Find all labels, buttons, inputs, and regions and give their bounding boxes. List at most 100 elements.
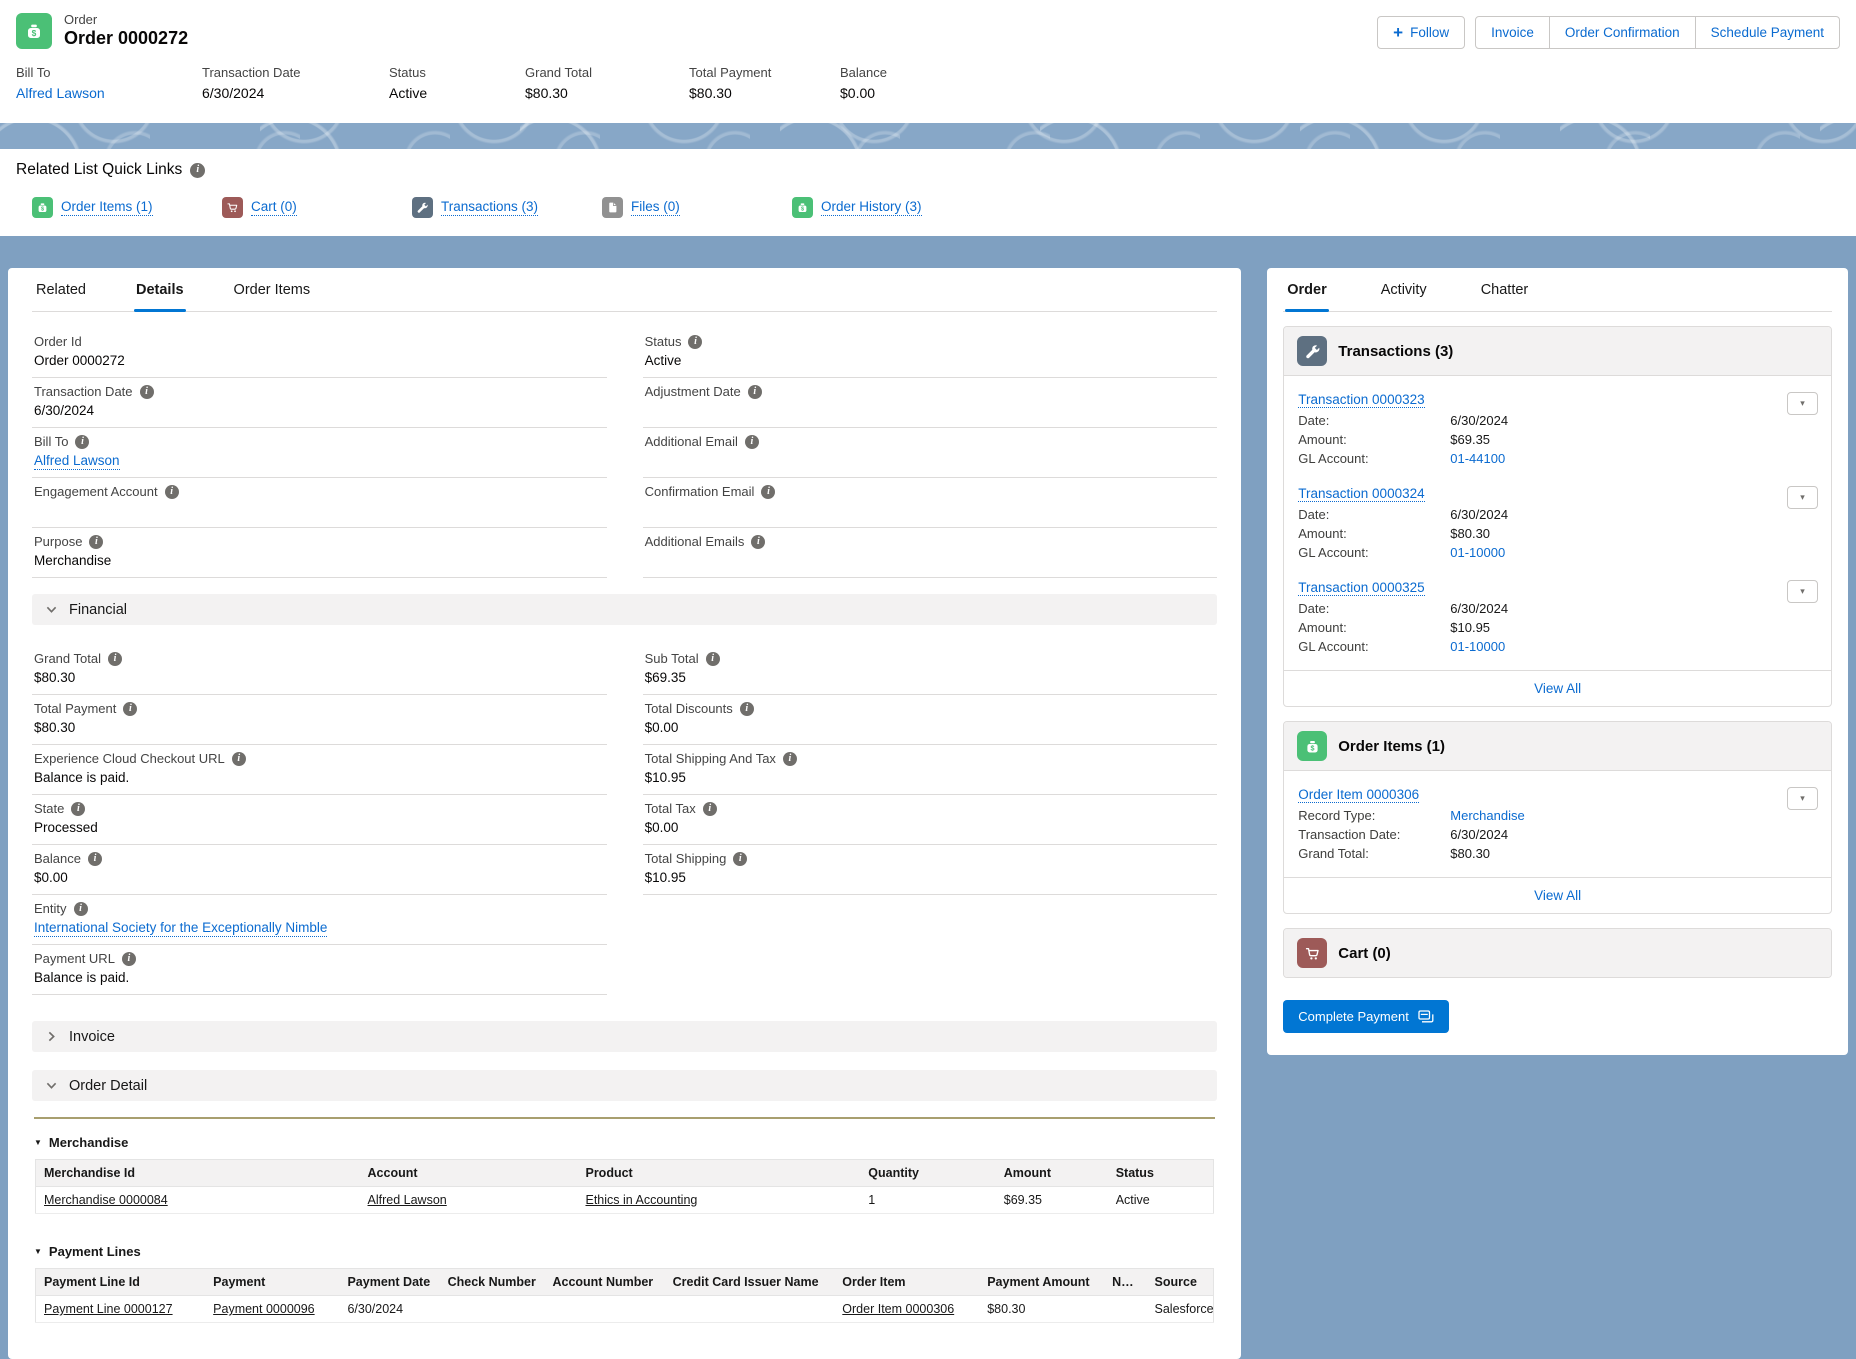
info-icon[interactable]: i: [706, 652, 720, 666]
field-value: [645, 403, 1216, 420]
record-field-label: Record Type:: [1298, 808, 1450, 823]
info-icon[interactable]: i: [688, 335, 702, 349]
transactions-view-all-link[interactable]: View All: [1534, 681, 1581, 696]
cart-related-card: Cart (0): [1283, 928, 1832, 978]
info-icon[interactable]: i: [748, 385, 762, 399]
field-total-discounts: Total Discountsi$0.00: [643, 695, 1218, 745]
action-button-order-confirmation[interactable]: Order Confirmation: [1550, 16, 1696, 49]
info-icon[interactable]: i: [123, 702, 137, 716]
row-actions-button[interactable]: ▾: [1787, 787, 1818, 810]
column-header-order-item: Order Item: [834, 1269, 979, 1296]
info-icon[interactable]: i: [108, 652, 122, 666]
quick-link-files-0-link[interactable]: Files (0): [631, 199, 680, 216]
record-header: $ Order Order 0000272 + Follow InvoiceOr…: [0, 0, 1856, 53]
action-button-schedule-payment[interactable]: Schedule Payment: [1696, 16, 1840, 49]
record-field-value-link[interactable]: 01-44100: [1450, 451, 1781, 466]
table-cell-link[interactable]: Merchandise 0000084: [44, 1193, 168, 1207]
collapse-triangle-icon: ▼: [34, 1139, 42, 1147]
payment-lines-subsection-header[interactable]: ▼ Payment Lines: [34, 1244, 1215, 1259]
svg-text:$: $: [801, 207, 804, 213]
column-header-quantity: Quantity: [860, 1160, 996, 1187]
field-value-link[interactable]: Alfred Lawson: [34, 453, 120, 470]
quick-link-order-items-1-link[interactable]: Order Items (1): [61, 199, 153, 216]
row-actions-button[interactable]: ▾: [1787, 392, 1818, 415]
highlight-value-link[interactable]: Alfred Lawson: [16, 85, 105, 101]
field-confirmation-email: Confirmation Emaili: [643, 478, 1218, 528]
table-cell-link[interactable]: Order Item 0000306: [842, 1302, 954, 1316]
complete-payment-button[interactable]: Complete Payment: [1283, 1000, 1449, 1033]
info-icon[interactable]: i: [89, 535, 103, 549]
quick-link-files-0: Files (0): [602, 197, 792, 218]
info-icon[interactable]: i: [740, 702, 754, 716]
info-icon[interactable]: i: [122, 952, 136, 966]
field-label: Engagement Account: [34, 484, 158, 499]
quick-link-transactions-3-link[interactable]: Transactions (3): [441, 199, 538, 216]
info-icon[interactable]: i: [745, 435, 759, 449]
column-header-payment: Payment: [205, 1269, 339, 1296]
bag-icon: $: [792, 197, 813, 218]
info-icon[interactable]: i: [783, 752, 797, 766]
info-icon[interactable]: i: [733, 852, 747, 866]
field-transaction-date: Transaction Datei6/30/2024: [32, 378, 607, 428]
info-icon[interactable]: i: [74, 902, 88, 916]
row-actions-button[interactable]: ▾: [1787, 580, 1818, 603]
merchandise-subsection-header[interactable]: ▼ Merchandise: [34, 1135, 1215, 1150]
financial-section-header[interactable]: Financial: [32, 594, 1217, 625]
table-cell-link[interactable]: Alfred Lawson: [368, 1193, 447, 1207]
info-icon[interactable]: i: [71, 802, 85, 816]
info-icon[interactable]: i: [190, 163, 205, 178]
table-cell-link[interactable]: Ethics in Accounting: [585, 1193, 697, 1207]
record-title-link[interactable]: Order Item 0000306: [1298, 787, 1419, 803]
tab-order-items[interactable]: Order Items: [232, 282, 313, 311]
field-additional-email: Additional Emaili: [643, 428, 1218, 478]
details-form: Order IdOrder 0000272Transaction Datei6/…: [32, 312, 1217, 582]
info-icon[interactable]: i: [140, 385, 154, 399]
invoice-section-header[interactable]: Invoice: [32, 1021, 1217, 1052]
info-icon[interactable]: i: [703, 802, 717, 816]
field-value-link[interactable]: International Society for the Exceptiona…: [34, 920, 327, 937]
record-title-link[interactable]: Transaction 0000323: [1298, 392, 1424, 408]
highlight-label: Status: [389, 65, 491, 80]
info-icon[interactable]: i: [165, 485, 179, 499]
record-field-value-link[interactable]: 01-10000: [1450, 545, 1781, 560]
info-icon[interactable]: i: [75, 435, 89, 449]
info-icon[interactable]: i: [232, 752, 246, 766]
record-identity: $ Order Order 0000272: [16, 12, 188, 49]
table-cell-link[interactable]: Payment Line 0000127: [44, 1302, 173, 1316]
info-icon[interactable]: i: [751, 535, 765, 549]
row-actions-button[interactable]: ▾: [1787, 486, 1818, 509]
field-value: Order 0000272: [34, 353, 605, 370]
field-label: Balance: [34, 851, 81, 866]
tab-related[interactable]: Related: [34, 282, 88, 311]
info-icon[interactable]: i: [761, 485, 775, 499]
order-items-view-all-link[interactable]: View All: [1534, 888, 1581, 903]
highlight-value: Active: [389, 85, 491, 101]
tab-details[interactable]: Details: [134, 282, 186, 311]
quick-link-cart-0-link[interactable]: Cart (0): [251, 199, 297, 216]
field-payment-url: Payment URLiBalance is paid.: [32, 945, 607, 995]
highlight-label: Total Payment: [689, 65, 806, 80]
record-field-value-link[interactable]: Merchandise: [1450, 808, 1781, 823]
record-title-link[interactable]: Transaction 0000325: [1298, 580, 1424, 596]
quick-link-order-history-3-link[interactable]: Order History (3): [821, 199, 922, 216]
tab-activity[interactable]: Activity: [1379, 282, 1429, 311]
field-grand-total: Grand Totali$80.30: [32, 645, 607, 695]
field-label: Adjustment Date: [645, 384, 741, 399]
record-field-label: Amount:: [1298, 620, 1450, 635]
related-record-item: Transaction 0000323▾Date:6/30/2024Amount…: [1284, 380, 1831, 474]
record-field-value-link[interactable]: 01-10000: [1450, 639, 1781, 654]
tab-order[interactable]: Order: [1285, 282, 1329, 311]
record-tabs: Related Details Order Items: [32, 268, 1217, 312]
record-title-link[interactable]: Transaction 0000324: [1298, 486, 1424, 502]
order-detail-section-header[interactable]: Order Detail: [32, 1070, 1217, 1101]
highlight-label: Transaction Date: [202, 65, 355, 80]
column-header-merchandise-id: Merchandise Id: [36, 1160, 360, 1187]
info-icon[interactable]: i: [88, 852, 102, 866]
table-cell: 6/30/2024: [339, 1296, 439, 1323]
action-button-invoice[interactable]: Invoice: [1475, 16, 1550, 49]
table-cell-link[interactable]: Payment 0000096: [213, 1302, 314, 1316]
record-field-value: $69.35: [1450, 432, 1781, 447]
order-items-related-card: $ Order Items (1) Order Item 0000306▾Rec…: [1283, 721, 1832, 914]
tab-chatter[interactable]: Chatter: [1479, 282, 1531, 311]
follow-button[interactable]: + Follow: [1377, 16, 1465, 49]
